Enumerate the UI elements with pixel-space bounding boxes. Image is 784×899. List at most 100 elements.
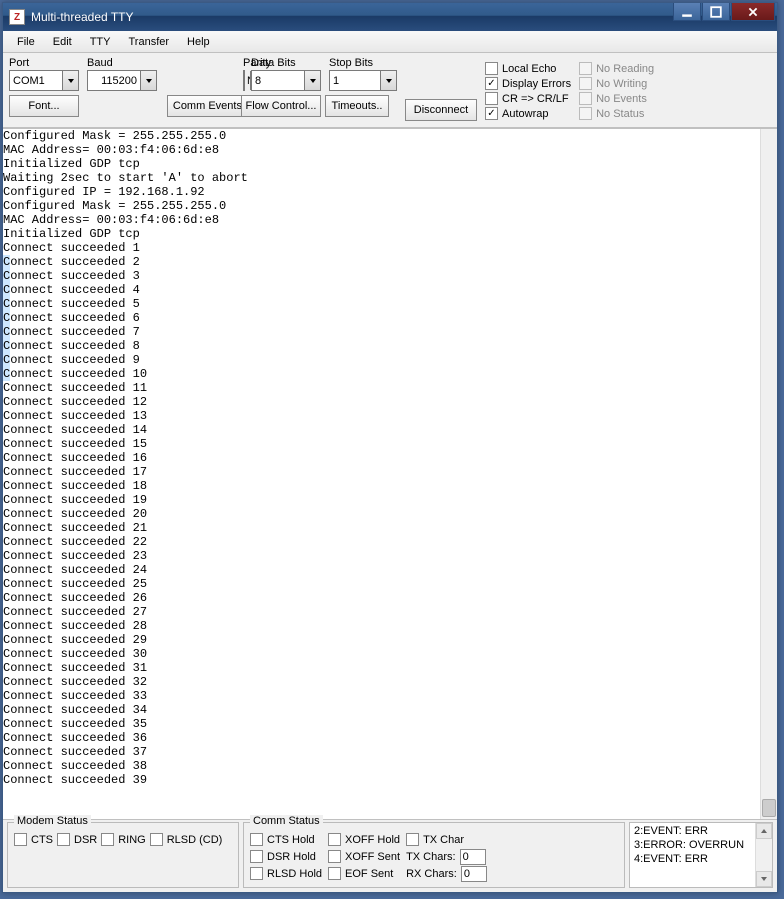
modem-ring: RING <box>101 832 146 847</box>
option-no-reading: No Reading <box>579 61 654 76</box>
terminal-content[interactable]: Configured Mask = 255.255.255.0 MAC Addre… <box>3 129 760 819</box>
terminal-line: Connect succeeded 34 <box>3 703 760 717</box>
event-line: 3:ERROR: OVERRUN <box>630 839 772 853</box>
disconnect-button[interactable]: Disconnect <box>405 99 477 121</box>
menu-transfer[interactable]: Transfer <box>120 33 179 51</box>
timeouts-button[interactable]: Timeouts.. <box>325 95 389 117</box>
terminal-line: Connect succeeded 32 <box>3 675 760 689</box>
terminal-line: Connect succeeded 29 <box>3 633 760 647</box>
comm-rlsd-hold: RLSD Hold <box>250 865 322 882</box>
checkbox-icon <box>57 833 70 846</box>
checkbox-icon <box>14 833 27 846</box>
terminal-line: Connect succeeded 14 <box>3 423 760 437</box>
chevron-down-icon <box>62 71 78 90</box>
terminal-line: Connect succeeded 5 <box>3 297 760 311</box>
flow-control-button[interactable]: Flow Control... <box>241 95 321 117</box>
comm-tx-char: TX Char <box>406 831 487 848</box>
window-title: Multi-threaded TTY <box>31 10 134 24</box>
checkbox-icon <box>579 107 592 120</box>
comm-status-group: Comm Status CTS HoldDSR HoldRLSD Hold XO… <box>243 822 625 888</box>
terminal-line: Connect succeeded 33 <box>3 689 760 703</box>
menu-file[interactable]: File <box>9 33 45 51</box>
titlebar[interactable]: Z Multi-threaded TTY <box>3 3 777 31</box>
terminal[interactable]: Configured Mask = 255.255.255.0 MAC Addre… <box>3 128 777 820</box>
font-button[interactable]: Font... <box>9 95 79 117</box>
scrollbar-thumb[interactable] <box>762 799 776 817</box>
event-line: 4:EVENT: ERR <box>630 853 772 867</box>
terminal-line: Connect succeeded 15 <box>3 437 760 451</box>
checkbox-icon <box>250 850 263 863</box>
port-select[interactable]: COM1 <box>9 70 79 91</box>
comm-xoff-sent: XOFF Sent <box>328 848 400 865</box>
chevron-down-icon <box>380 71 396 90</box>
menu-edit[interactable]: Edit <box>45 33 82 51</box>
modem-cts: CTS <box>14 832 53 847</box>
terminal-line: Connect succeeded 30 <box>3 647 760 661</box>
close-button[interactable] <box>731 3 775 21</box>
terminal-line: Connect succeeded 19 <box>3 493 760 507</box>
checkbox-icon <box>406 833 419 846</box>
option-cr-cr-lf[interactable]: CR => CR/LF <box>485 91 571 106</box>
status-bar: Modem Status CTSDSRRINGRLSD (CD) Comm St… <box>3 820 777 892</box>
option-group-2: No ReadingNo WritingNo EventsNo Status <box>579 57 654 121</box>
checkbox-icon <box>250 833 263 846</box>
tx-chars-field[interactable]: 0 <box>460 849 486 865</box>
terminal-line: Connect succeeded 13 <box>3 409 760 423</box>
modem-dsr: DSR <box>57 832 97 847</box>
maximize-button[interactable] <box>702 3 730 21</box>
terminal-line: Connect succeeded 17 <box>3 465 760 479</box>
terminal-line: Connect succeeded 23 <box>3 549 760 563</box>
terminal-line: Connect succeeded 10 <box>3 367 760 381</box>
option-display-errors[interactable]: ✓Display Errors <box>485 76 571 91</box>
option-autowrap[interactable]: ✓Autowrap <box>485 106 571 121</box>
terminal-line: Connect succeeded 2 <box>3 255 760 269</box>
terminal-line: Connect succeeded 7 <box>3 325 760 339</box>
terminal-line: Configured Mask = 255.255.255.0 <box>3 199 760 213</box>
option-group-1: Local Echo✓Display ErrorsCR => CR/LF✓Aut… <box>485 57 571 121</box>
modem-legend: Modem Status <box>14 815 91 827</box>
terminal-line: Connect succeeded 4 <box>3 283 760 297</box>
comm-xoff-hold: XOFF Hold <box>328 831 400 848</box>
terminal-line: Waiting 2sec to start 'A' to abort <box>3 171 760 185</box>
stopbits-select[interactable]: 1 <box>329 70 397 91</box>
option-local-echo[interactable]: Local Echo <box>485 61 571 76</box>
terminal-line: Connect succeeded 26 <box>3 591 760 605</box>
checkbox-icon <box>250 867 263 880</box>
terminal-line: MAC Address= 00:03:f4:06:6d:e8 <box>3 143 760 157</box>
terminal-line: Connect succeeded 20 <box>3 507 760 521</box>
terminal-line: Connect succeeded 35 <box>3 717 760 731</box>
terminal-line: Initialized GDP tcp <box>3 227 760 241</box>
baud-select[interactable]: 115200 <box>87 70 157 91</box>
checkbox-icon <box>579 77 592 90</box>
terminal-line: Connect succeeded 28 <box>3 619 760 633</box>
parity-select[interactable]: None <box>243 70 245 91</box>
minimize-button[interactable] <box>673 3 701 21</box>
modem-status-group: Modem Status CTSDSRRINGRLSD (CD) <box>7 822 239 888</box>
checkbox-icon <box>579 62 592 75</box>
modem-rlsd-cd-: RLSD (CD) <box>150 832 223 847</box>
scroll-up-icon[interactable] <box>756 823 772 839</box>
menu-tty[interactable]: TTY <box>82 33 121 51</box>
stopbits-label: Stop Bits <box>329 57 397 69</box>
menubar: File Edit TTY Transfer Help <box>3 31 777 53</box>
rx-chars-field[interactable]: 0 <box>461 866 487 882</box>
terminal-line: Connect succeeded 37 <box>3 745 760 759</box>
terminal-line: Connect succeeded 38 <box>3 759 760 773</box>
terminal-scrollbar[interactable] <box>760 129 777 819</box>
menu-help[interactable]: Help <box>179 33 220 51</box>
terminal-line: Connect succeeded 9 <box>3 353 760 367</box>
event-scrollbar[interactable] <box>755 823 772 887</box>
comm-tx-chars-: TX Chars:0 <box>406 848 487 865</box>
comm-legend: Comm Status <box>250 815 323 827</box>
checkbox-icon: ✓ <box>485 77 498 90</box>
checkbox-icon <box>485 92 498 105</box>
databits-label: Data Bits <box>251 57 321 69</box>
checkbox-icon <box>328 867 341 880</box>
event-log[interactable]: 2:EVENT: ERR 3:ERROR: OVERRUN 4:EVENT: E… <box>629 822 773 888</box>
chevron-down-icon <box>304 71 320 90</box>
chevron-down-icon <box>140 71 156 90</box>
comm-dsr-hold: DSR Hold <box>250 848 322 865</box>
scroll-down-icon[interactable] <box>756 871 772 887</box>
terminal-line: Connect succeeded 36 <box>3 731 760 745</box>
databits-select[interactable]: 8 <box>251 70 321 91</box>
